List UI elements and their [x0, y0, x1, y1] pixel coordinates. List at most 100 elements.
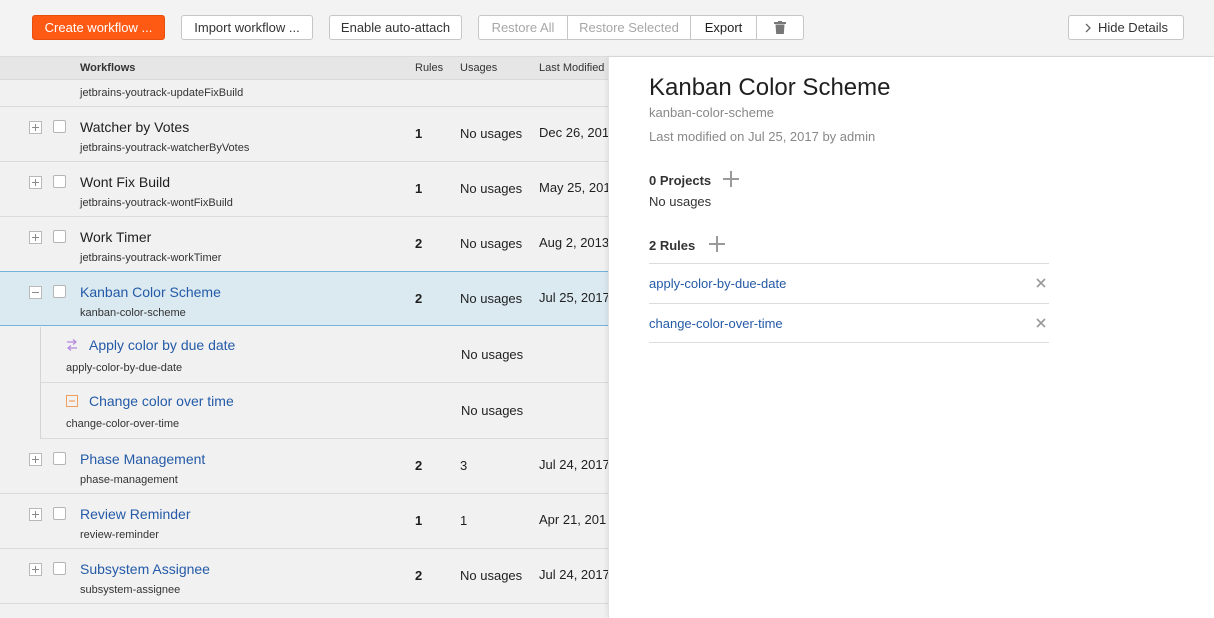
workflow-name[interactable]: Review Reminder: [80, 506, 190, 522]
workflow-usages: 1: [460, 513, 468, 528]
column-header-workflows[interactable]: Workflows: [80, 62, 135, 74]
rule-link[interactable]: apply-color-by-due-date: [649, 276, 786, 291]
table-row[interactable]: Watcher by Votes jetbrains-youtrack-watc…: [0, 107, 608, 162]
hide-details-label: Hide Details: [1097, 20, 1169, 35]
workflow-rules-count: 2: [415, 291, 423, 306]
rule-usages: No usages: [461, 347, 524, 362]
details-panel: Kanban Color Scheme kanban-color-scheme …: [608, 57, 1214, 618]
restore-all-button[interactable]: Restore All: [479, 16, 568, 39]
remove-rule-icon[interactable]: [1035, 277, 1047, 289]
collapse-icon[interactable]: [29, 286, 42, 299]
add-project-icon[interactable]: [723, 171, 739, 187]
trash-icon: [774, 21, 786, 34]
export-button[interactable]: Export: [691, 16, 757, 39]
rule-name[interactable]: Apply color by due date: [89, 337, 235, 353]
rule-name[interactable]: Change color over time: [89, 393, 234, 409]
workflow-table: Workflows Rules Usages Last Modified jet…: [0, 57, 608, 618]
workflow-name[interactable]: Watcher by Votes: [80, 119, 189, 135]
expand-icon[interactable]: [29, 121, 42, 134]
workflow-id: jetbrains-youtrack-updateFixBuild: [80, 87, 244, 99]
workflow-id: kanban-color-scheme: [80, 307, 186, 319]
details-workflow-id: kanban-color-scheme: [649, 105, 775, 120]
workflow-usages: No usages: [460, 181, 523, 196]
table-row[interactable]: Work Timer jetbrains-youtrack-workTimer …: [0, 217, 608, 272]
workflow-usages: 3: [460, 458, 468, 473]
details-rule-item: apply-color-by-due-date: [649, 263, 1049, 303]
delete-button[interactable]: [757, 16, 803, 39]
details-title: Kanban Color Scheme: [649, 74, 891, 101]
workflow-rules-count: 1: [415, 513, 423, 528]
expand-icon[interactable]: [29, 563, 42, 576]
table-row-selected[interactable]: Kanban Color Scheme kanban-color-scheme …: [0, 271, 608, 326]
workflow-last-modified: Aug 2, 2013: [539, 235, 608, 250]
workflow-usages: No usages: [460, 568, 523, 583]
workflow-usages: No usages: [460, 291, 523, 306]
workflow-usages: No usages: [460, 126, 523, 141]
workflow-last-modified: Dec 26, 201: [539, 125, 608, 140]
row-checkbox[interactable]: [53, 175, 66, 188]
table-row[interactable]: jetbrains-youtrack-updateFixBuild: [0, 80, 608, 107]
table-header: Workflows Rules Usages Last Modified: [0, 57, 608, 80]
workflow-last-modified: Jul 24, 2017: [539, 457, 608, 472]
workflow-id: phase-management: [80, 474, 178, 486]
column-header-rules[interactable]: Rules: [415, 62, 443, 74]
on-schedule-rule-icon: [66, 395, 78, 407]
workflow-id: review-reminder: [80, 529, 159, 541]
workflow-rules-count: 2: [415, 236, 423, 251]
expand-icon[interactable]: [29, 231, 42, 244]
workflow-last-modified: Jul 25, 2017: [539, 290, 608, 305]
row-checkbox[interactable]: [53, 120, 66, 133]
expand-icon[interactable]: [29, 508, 42, 521]
table-row[interactable]: Subsystem Assignee subsystem-assignee 2 …: [0, 549, 608, 604]
rule-id: apply-color-by-due-date: [66, 362, 183, 374]
workflow-id: jetbrains-youtrack-watcherByVotes: [80, 142, 250, 154]
column-header-usages[interactable]: Usages: [460, 62, 497, 74]
rule-usages: No usages: [461, 403, 524, 418]
workflow-rules-count: 2: [415, 458, 423, 473]
restore-selected-button[interactable]: Restore Selected: [568, 16, 691, 39]
hide-details-button[interactable]: Hide Details: [1068, 15, 1184, 40]
workflow-name[interactable]: Kanban Color Scheme: [80, 284, 221, 300]
import-workflow-button[interactable]: Import workflow ...: [181, 15, 313, 40]
table-row[interactable]: Review Reminder review-reminder 1 1 Apr …: [0, 494, 608, 549]
rule-id: change-color-over-time: [66, 418, 180, 430]
rule-row[interactable]: Change color over time change-color-over…: [40, 383, 608, 439]
rules-heading: 2 Rules: [649, 238, 696, 253]
projects-heading: 0 Projects: [649, 173, 712, 188]
projects-usages-text: No usages: [649, 194, 712, 209]
table-row[interactable]: Wont Fix Build jetbrains-youtrack-wontFi…: [0, 162, 608, 217]
details-last-modified: Last modified on Jul 25, 2017 by admin: [649, 129, 876, 144]
workflow-rules-count: 1: [415, 181, 423, 196]
row-checkbox[interactable]: [53, 452, 66, 465]
toolbar: Create workflow ... Import workflow ... …: [0, 0, 1214, 57]
workflow-last-modified: May 25, 201: [539, 180, 608, 195]
remove-rule-icon[interactable]: [1035, 317, 1047, 329]
table-row[interactable]: Phase Management phase-management 2 3 Ju…: [0, 439, 608, 494]
workflow-usages: No usages: [460, 236, 523, 251]
workflow-name[interactable]: Phase Management: [80, 451, 205, 467]
workflow-name[interactable]: Wont Fix Build: [80, 174, 170, 190]
workflow-name[interactable]: Work Timer: [80, 229, 151, 245]
add-rule-icon[interactable]: [709, 236, 725, 252]
workflow-id: jetbrains-youtrack-wontFixBuild: [80, 197, 233, 209]
toolbar-button-group: Restore All Restore Selected Export: [478, 15, 804, 40]
row-checkbox[interactable]: [53, 507, 66, 520]
workflow-last-modified: Jul 24, 2017: [539, 567, 608, 582]
enable-auto-attach-button[interactable]: Enable auto-attach: [329, 15, 462, 40]
row-checkbox[interactable]: [53, 285, 66, 298]
workflow-rules-count: 2: [415, 568, 423, 583]
workflow-name[interactable]: Subsystem Assignee: [80, 561, 210, 577]
create-workflow-button[interactable]: Create workflow ...: [32, 15, 165, 40]
workflow-id: subsystem-assignee: [80, 584, 181, 596]
chevron-right-icon: [1085, 23, 1091, 33]
on-change-rule-icon: [67, 339, 77, 351]
details-rule-item: change-color-over-time: [649, 303, 1049, 343]
expand-icon[interactable]: [29, 176, 42, 189]
rule-link[interactable]: change-color-over-time: [649, 316, 783, 331]
rule-row[interactable]: Apply color by due date apply-color-by-d…: [40, 327, 608, 383]
workflow-last-modified: Apr 21, 201: [539, 512, 607, 527]
row-checkbox[interactable]: [53, 230, 66, 243]
column-header-last-modified[interactable]: Last Modified: [539, 62, 604, 74]
row-checkbox[interactable]: [53, 562, 66, 575]
expand-icon[interactable]: [29, 453, 42, 466]
